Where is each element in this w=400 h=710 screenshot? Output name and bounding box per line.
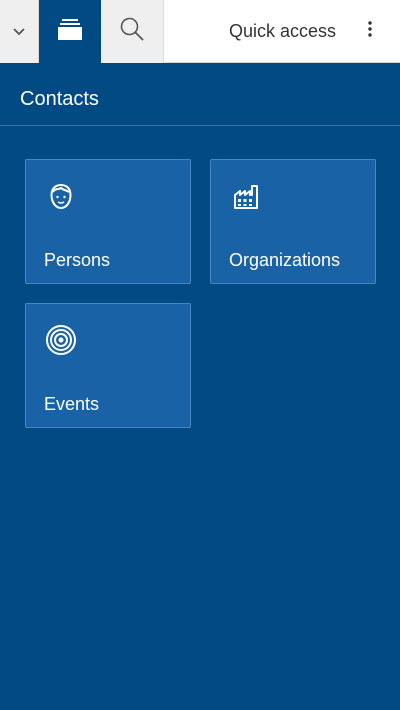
desktop-stack-icon — [56, 16, 84, 47]
page-header: Contacts — [0, 64, 400, 126]
tile-label: Organizations — [229, 250, 341, 270]
search-button[interactable] — [101, 0, 164, 63]
more-vertical-icon — [367, 20, 373, 43]
person-icon — [44, 180, 78, 214]
search-icon — [118, 15, 146, 48]
view-dropdown-button[interactable] — [0, 0, 39, 63]
tile-label: Persons — [44, 250, 111, 270]
quick-access-link[interactable]: Quick access — [229, 19, 336, 43]
target-icon — [44, 324, 78, 358]
tile-persons[interactable]: Persons — [25, 159, 191, 284]
desktop-button[interactable] — [39, 0, 101, 63]
tile-events[interactable]: Events — [25, 303, 191, 428]
chevron-down-icon — [12, 23, 26, 41]
tile-label: Events — [44, 394, 100, 414]
tile-organizations[interactable]: Organizations — [210, 159, 376, 284]
page-title: Contacts — [20, 88, 99, 110]
top-bar: Quick access — [0, 0, 400, 63]
more-options-button[interactable] — [356, 14, 384, 48]
factory-icon — [229, 180, 263, 214]
